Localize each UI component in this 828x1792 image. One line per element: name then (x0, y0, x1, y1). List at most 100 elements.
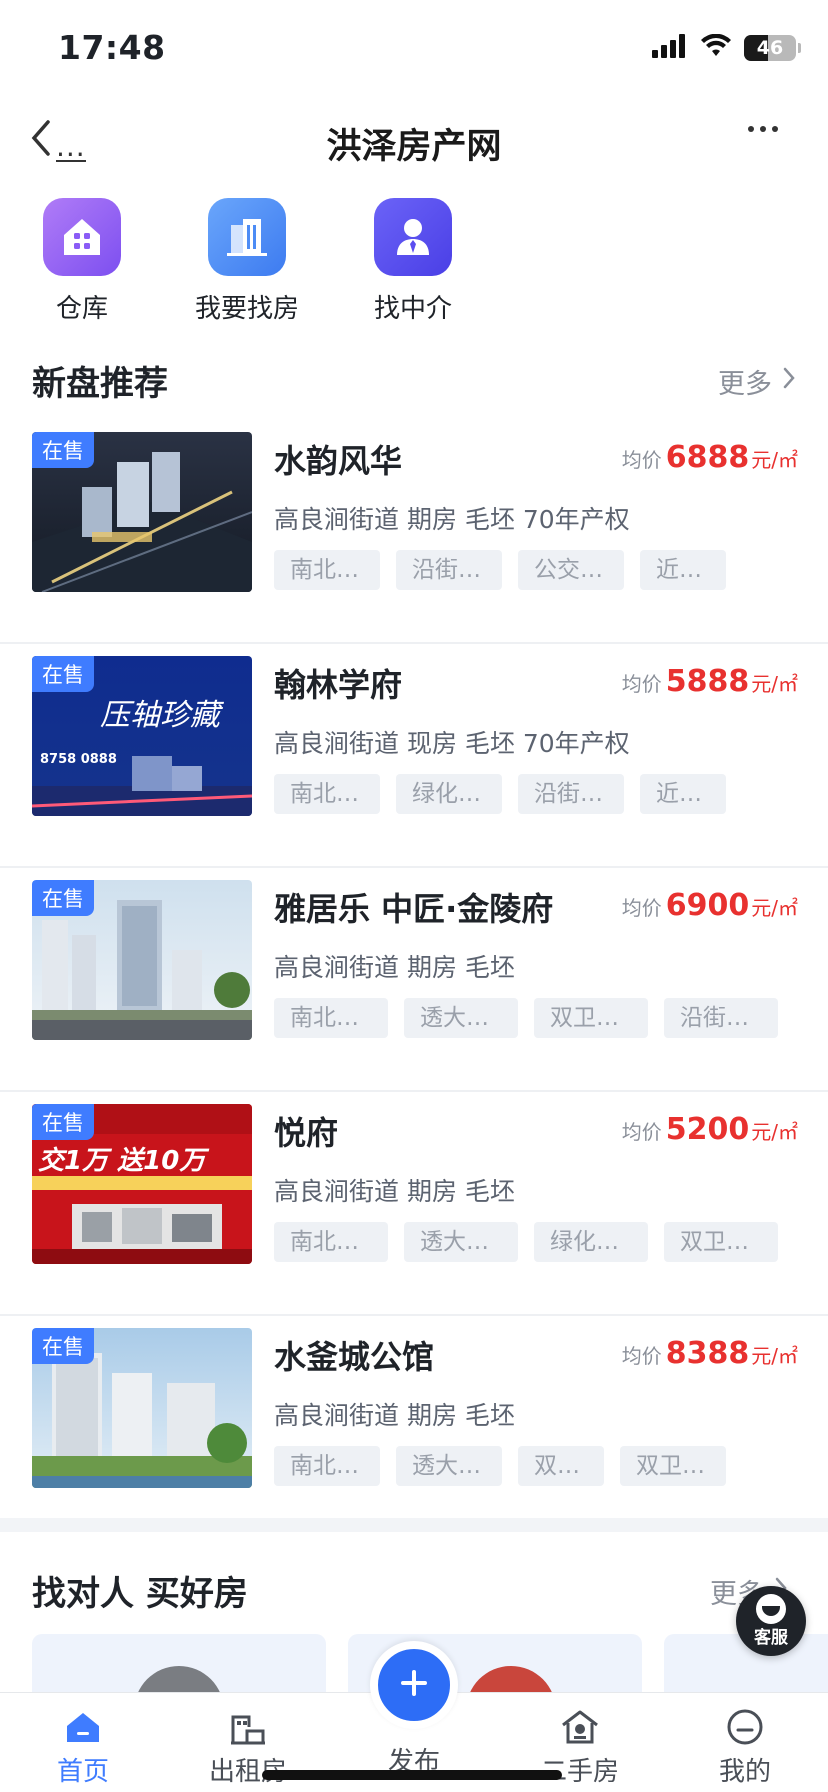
listing-photo: 在售 (32, 880, 252, 1040)
house-icon (515, 1707, 645, 1747)
listing-tag: 绿化… (396, 774, 502, 814)
listing-tag: 南北… (274, 550, 380, 590)
price-label: 均价 (621, 448, 662, 472)
status-icons: 46 (652, 33, 801, 62)
listing-photo: 在售 (32, 432, 252, 592)
price-value: 5888 (665, 664, 750, 699)
signal-icon (652, 34, 688, 62)
status-bar: 17:48 46 (0, 0, 828, 96)
listing-attributes: 高良涧街道 现房 毛坯 70年产权 (274, 729, 630, 758)
listing-tag: 双… (518, 1446, 604, 1486)
listing-list: 在售 水韵风华 均价 6888 元/㎡ 高良涧街道 期房 毛坯 70年产权 南北… (0, 420, 828, 1540)
battery-icon: 46 (744, 35, 801, 61)
listing-photo: 在售 (32, 1328, 252, 1488)
nav-bar: ... 洪泽房产网 (0, 96, 828, 186)
listing-card[interactable]: 在售 交1万 送10万 悦府 均价 5200 元/㎡ 高良涧街道 期房 毛坯 南… (0, 1092, 828, 1316)
price-unit: 元/㎡ (751, 1120, 798, 1144)
price-unit: 元/㎡ (751, 1344, 798, 1368)
listing-name: 雅居乐 中匠·金陵府 (274, 890, 554, 928)
price-label: 均价 (621, 1344, 662, 1368)
customer-service-button[interactable]: 客服 (736, 1586, 806, 1656)
battery-level: 46 (756, 37, 784, 59)
listing-tag: 透大… (404, 1222, 518, 1262)
quick-entry-label: 仓库 (55, 294, 108, 324)
listing-tags: 南北… 透大… 绿化… 双卫… (274, 1222, 778, 1262)
avatar (134, 1666, 224, 1694)
ad-phone: 8758 0888 (40, 752, 117, 767)
status-badge: 在售 (32, 432, 94, 468)
wifi-icon (700, 33, 732, 62)
status-badge: 在售 (32, 656, 94, 692)
price-unit: 元/㎡ (751, 448, 798, 472)
quick-entry-warehouse[interactable]: 仓库 (17, 198, 147, 325)
listing-price: 均价 8388 元/㎡ (622, 1336, 798, 1371)
listing-photo: 在售 交1万 送10万 (32, 1104, 252, 1264)
listing-card[interactable]: 在售 水韵风华 均价 6888 元/㎡ 高良涧街道 期房 毛坯 70年产权 南北… (0, 420, 828, 644)
listing-tag: 双卫… (664, 1222, 778, 1262)
listing-card[interactable]: 在售 水釜城公馆 均价 8388 元/㎡ 高良涧街道 期房 毛坯 南北… 透大…… (0, 1316, 828, 1540)
quick-entries: 仓库 我要找房 找中介 (0, 198, 828, 328)
agents-header: 找对人 买好房 更多 (32, 1566, 796, 1626)
ad-headline: 压轴珍藏 (100, 698, 220, 733)
more-menu-button[interactable] (748, 126, 778, 132)
listing-name: 悦府 (274, 1114, 339, 1152)
listing-tag: 绿化… (534, 1222, 648, 1262)
tab-label: 我的 (718, 1757, 771, 1787)
listing-name: 水釜城公馆 (274, 1338, 435, 1376)
listing-tag: 双卫… (534, 998, 648, 1038)
listing-tag: 近… (640, 550, 726, 590)
service-icon (756, 1594, 786, 1624)
page-title: 洪泽房产网 (326, 127, 502, 167)
listing-attributes: 高良涧街道 期房 毛坯 (274, 1401, 515, 1430)
quick-entry-label: 我要找房 (194, 294, 299, 324)
price-unit: 元/㎡ (751, 672, 798, 696)
listing-price: 均价 6900 元/㎡ (622, 888, 798, 923)
listing-card[interactable]: 在售 雅居乐 中匠·金陵府 均价 6900 元/㎡ 高良涧街道 期房 毛坯 南北… (0, 868, 828, 1092)
listing-tag: 双卫… (620, 1446, 726, 1486)
listing-attributes: 高良涧街道 期房 毛坯 (274, 953, 515, 982)
price-label: 均价 (621, 1120, 662, 1144)
listing-card[interactable]: 在售 压轴珍藏 8758 0888 翰林学府 均价 5888 元/㎡ 高良涧街道… (0, 644, 828, 868)
ad-headline: 交1万 送10万 (38, 1146, 206, 1176)
listing-price: 均价 6888 元/㎡ (622, 440, 798, 475)
listing-name: 翰林学府 (274, 666, 403, 704)
section-title: 找对人 买好房 (32, 1574, 248, 1614)
listing-tag: 公交… (518, 550, 624, 590)
plus-icon (399, 1668, 429, 1702)
rent-icon (183, 1707, 313, 1747)
agent-card[interactable] (32, 1634, 326, 1694)
home-icon (18, 1707, 148, 1747)
listing-tag: 南北… (274, 998, 388, 1038)
price-label: 均价 (621, 896, 662, 920)
price-unit: 元/㎡ (751, 896, 798, 920)
section-title: 新盘推荐 (32, 364, 168, 404)
listing-tag: 透大… (404, 998, 518, 1038)
listing-tag: 沿街… (396, 550, 502, 590)
listing-attributes: 高良涧街道 期房 毛坯 70年产权 (274, 505, 630, 534)
price-label: 均价 (621, 672, 662, 696)
more-label: 更多 (718, 369, 772, 400)
tab-label: 首页 (56, 1757, 109, 1787)
chevron-right-icon (782, 366, 796, 397)
more-link[interactable]: 更多 (718, 362, 796, 401)
warehouse-icon (43, 198, 121, 276)
listing-tag: 近… (640, 774, 726, 814)
price-value: 8388 (665, 1336, 750, 1371)
price-value: 5200 (665, 1112, 750, 1147)
quick-entry-find-house[interactable]: 我要找房 (182, 198, 312, 325)
profile-icon (680, 1707, 810, 1747)
service-label: 客服 (754, 1628, 788, 1648)
agent-icon (374, 198, 452, 276)
listing-tag: 南北… (274, 1222, 388, 1262)
listing-name: 水韵风华 (274, 442, 403, 480)
tab-home[interactable]: 首页 (18, 1707, 148, 1788)
quick-entry-label: 找中介 (373, 294, 452, 324)
status-badge: 在售 (32, 1328, 94, 1364)
status-time: 17:48 (58, 28, 166, 67)
listing-photo: 在售 压轴珍藏 8758 0888 (32, 656, 252, 816)
listing-tags: 南北… 透大… 双… 双卫… (274, 1446, 726, 1486)
quick-entry-find-agent[interactable]: 找中介 (348, 198, 478, 325)
tab-profile[interactable]: 我的 (680, 1707, 810, 1788)
listing-tag: 南北… (274, 1446, 380, 1486)
publish-button[interactable] (370, 1641, 458, 1729)
